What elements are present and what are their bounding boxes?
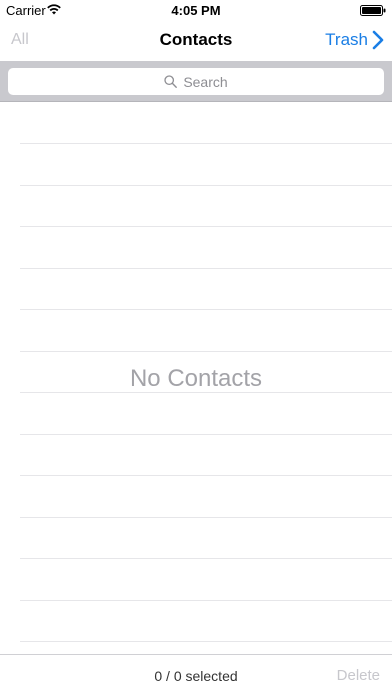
row-separator — [20, 268, 392, 269]
trash-button-label: Trash — [325, 30, 368, 49]
row-separator — [20, 558, 392, 559]
status-bar: Carrier 4:05 PM — [0, 0, 392, 22]
delete-button[interactable]: Delete — [337, 667, 380, 684]
row-separator — [20, 351, 392, 352]
search-input[interactable]: Search — [8, 68, 384, 95]
row-separator — [20, 517, 392, 518]
row-separator — [20, 309, 392, 310]
row-separator — [20, 641, 392, 642]
row-separator — [20, 185, 392, 186]
row-separator — [20, 226, 392, 227]
empty-state-label: No Contacts — [129, 365, 263, 392]
search-placeholder: Search — [183, 73, 228, 90]
trash-button[interactable]: Trash — [325, 28, 384, 52]
row-separator — [20, 143, 392, 144]
battery-full-icon — [360, 5, 386, 16]
bottom-toolbar: 0 / 0 selected Delete — [0, 654, 392, 696]
search-icon — [164, 75, 178, 88]
row-separator — [20, 600, 392, 601]
contacts-screen: Carrier 4:05 PM All Contacts Trash Searc… — [0, 0, 392, 696]
contacts-list[interactable]: No Contacts — [0, 102, 392, 654]
status-time: 4:05 PM — [171, 3, 221, 18]
navigation-bar: All Contacts Trash — [0, 22, 392, 60]
row-separator — [20, 434, 392, 435]
selection-count: 0 / 0 selected — [154, 668, 238, 684]
row-separator — [20, 475, 392, 476]
search-bar: Search — [0, 61, 392, 102]
chevron-right-icon — [372, 30, 384, 50]
